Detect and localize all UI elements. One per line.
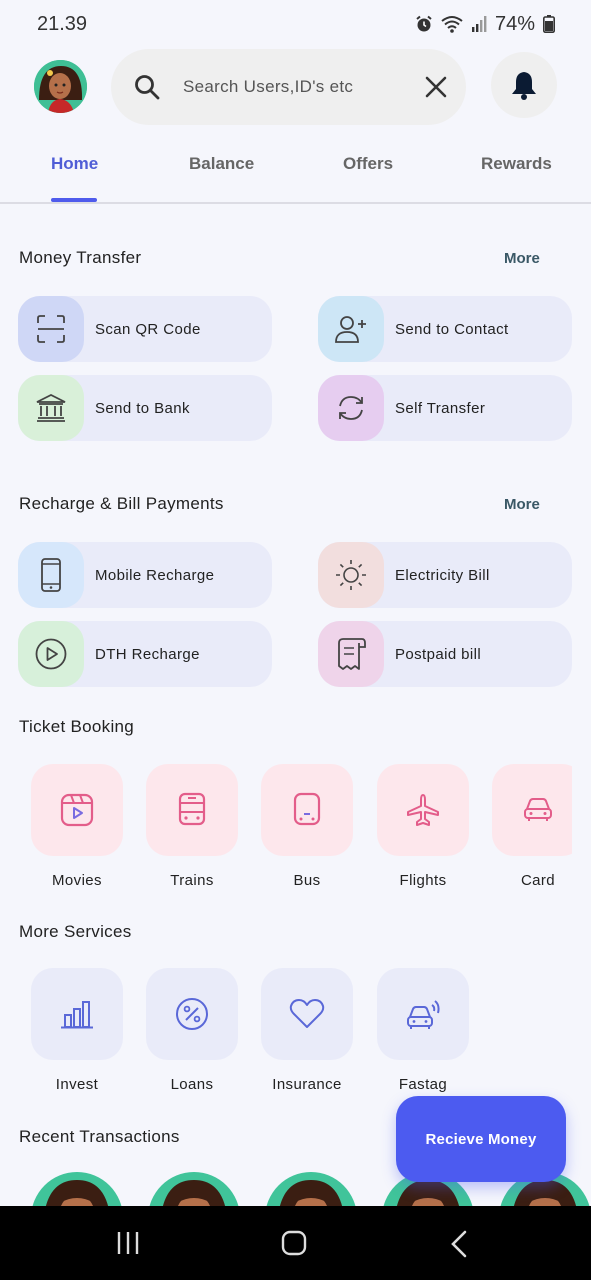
status-time: 21.39 <box>37 12 88 35</box>
car-signal-icon <box>377 968 469 1060</box>
trains-tile[interactable]: Trains <box>146 764 238 889</box>
pill-label: Scan QR Code <box>95 320 201 338</box>
home-nav-icon[interactable] <box>281 1230 307 1256</box>
recent-contact-avatar[interactable] <box>31 1172 123 1206</box>
movie-icon <box>31 764 123 856</box>
recent-apps-icon[interactable] <box>116 1230 140 1256</box>
ticket-booking-title: Ticket Booking <box>19 717 135 736</box>
pill-label: Self Transfer <box>395 399 486 417</box>
search-bar <box>111 49 466 125</box>
insurance-tile[interactable]: Insurance <box>261 968 353 1093</box>
pill-label: Send to Bank <box>95 399 190 417</box>
status-bar: 21.39 74% <box>0 0 591 48</box>
tile-label: Flights <box>399 872 447 889</box>
send-to-contact-button[interactable]: Send to Contact <box>318 296 572 362</box>
car-icon <box>492 764 572 856</box>
dth-recharge-button[interactable]: DTH Recharge <box>18 621 272 687</box>
tile-label: Bus <box>293 872 321 889</box>
tab-bar: Home Balance Offers Rewards <box>0 140 591 204</box>
app-header <box>0 48 591 128</box>
contact-avatar-image <box>280 1180 342 1206</box>
heart-icon <box>261 968 353 1060</box>
mobile-recharge-button[interactable]: Mobile Recharge <box>18 542 272 608</box>
pill-label: Mobile Recharge <box>95 566 215 584</box>
tab-balance[interactable]: Balance <box>189 140 254 202</box>
mobile-icon <box>18 542 84 608</box>
ticket-booking-row: Movies Trains Bus Flights Card <box>0 764 572 904</box>
self-transfer-button[interactable]: Self Transfer <box>318 375 572 441</box>
tile-label: Insurance <box>272 1076 342 1093</box>
status-icons: 74% <box>415 13 555 36</box>
wifi-icon <box>441 16 463 33</box>
clear-search-icon[interactable] <box>424 75 448 99</box>
signal-icon <box>471 16 487 32</box>
recent-contact-avatar[interactable] <box>148 1172 240 1206</box>
search-icon[interactable] <box>133 73 161 101</box>
loans-tile[interactable]: Loans <box>146 968 238 1093</box>
search-input[interactable] <box>183 77 424 97</box>
tab-label: Rewards <box>481 154 552 173</box>
system-nav-bar <box>0 1206 591 1280</box>
tab-offers[interactable]: Offers <box>343 140 393 202</box>
active-tab-indicator <box>51 198 97 202</box>
money-transfer-title: Money Transfer <box>19 248 142 267</box>
recharge-more-link[interactable]: More <box>504 496 540 513</box>
pill-label: Postpaid bill <box>395 645 482 663</box>
bus-tile[interactable]: Bus <box>261 764 353 889</box>
postpaid-bill-button[interactable]: Postpaid bill <box>318 621 572 687</box>
sun-icon <box>318 542 384 608</box>
invest-tile[interactable]: Invest <box>31 968 123 1093</box>
tile-label: Movies <box>52 872 102 889</box>
receive-money-button[interactable]: Recieve Money <box>396 1096 566 1182</box>
tab-label: Home <box>51 154 99 173</box>
battery-percent: 74% <box>494 12 535 35</box>
tile-label: Fastag <box>398 1076 448 1093</box>
pill-label: Send to Contact <box>395 320 509 338</box>
tab-label: Offers <box>343 154 394 173</box>
tile-label: Card <box>520 872 556 889</box>
tile-label: Loans <box>170 1076 214 1093</box>
more-services-title: More Services <box>19 922 132 941</box>
fastag-tile[interactable]: Fastag <box>377 968 469 1093</box>
movies-tile[interactable]: Movies <box>31 764 123 889</box>
tile-label: Trains <box>170 872 214 889</box>
play-circle-icon <box>18 621 84 687</box>
receive-money-label: Recieve Money <box>425 1130 537 1148</box>
scan-qr-button[interactable]: Scan QR Code <box>18 296 272 362</box>
avatar[interactable] <box>34 60 87 113</box>
contact-avatar-image <box>46 1180 108 1206</box>
scan-qr-icon <box>18 296 84 362</box>
receipt-icon <box>318 621 384 687</box>
profile-avatar-image <box>34 60 87 113</box>
bell-icon <box>512 72 536 100</box>
battery-icon <box>543 15 555 33</box>
bus-icon <box>261 764 353 856</box>
refresh-icon <box>318 375 384 441</box>
bank-icon <box>18 375 84 441</box>
card-tile[interactable]: Card <box>492 764 572 889</box>
recent-transactions-title: Recent Transactions <box>19 1127 180 1146</box>
add-contact-icon <box>318 296 384 362</box>
electricity-bill-button[interactable]: Electricity Bill <box>318 542 572 608</box>
percent-icon <box>146 968 238 1060</box>
flights-tile[interactable]: Flights <box>377 764 469 889</box>
recent-contact-avatar[interactable] <box>265 1172 357 1206</box>
tab-rewards[interactable]: Rewards <box>481 140 552 202</box>
recharge-title: Recharge & Bill Payments <box>19 494 224 513</box>
pill-label: Electricity Bill <box>395 566 490 584</box>
contact-avatar-image <box>163 1180 225 1206</box>
train-icon <box>146 764 238 856</box>
pill-label: DTH Recharge <box>95 645 200 663</box>
notifications-button[interactable] <box>491 52 557 118</box>
alarm-icon <box>416 15 432 32</box>
money-transfer-more-link[interactable]: More <box>504 250 540 267</box>
tile-label: Invest <box>55 1076 99 1093</box>
bar-chart-icon <box>31 968 123 1060</box>
tab-home[interactable]: Home <box>51 140 98 202</box>
back-nav-icon[interactable] <box>449 1230 469 1258</box>
tab-label: Balance <box>189 154 255 173</box>
airplane-icon <box>377 764 469 856</box>
send-to-bank-button[interactable]: Send to Bank <box>18 375 272 441</box>
